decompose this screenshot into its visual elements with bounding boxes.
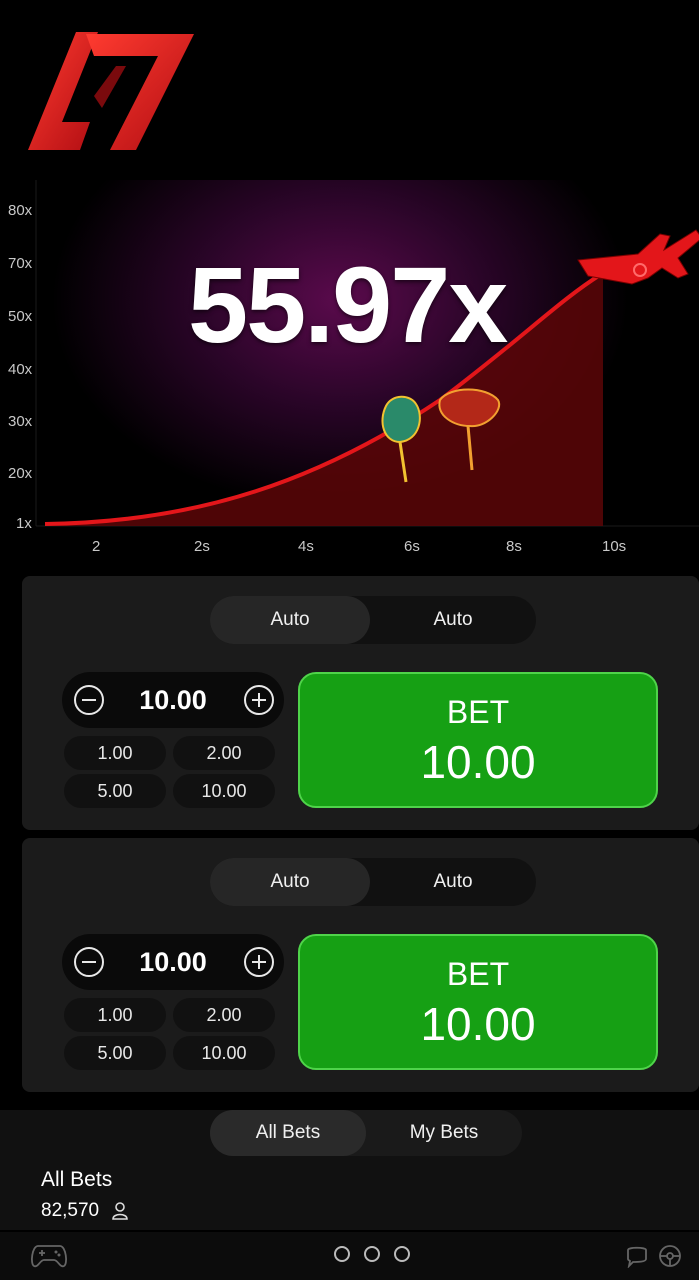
- y-axis-label: 50x: [8, 308, 33, 325]
- x-axis-label: 10s: [602, 538, 627, 555]
- page-dot[interactable]: [334, 1246, 350, 1262]
- gamepad-icon[interactable]: [30, 1244, 68, 1268]
- tab-auto[interactable]: Auto: [210, 596, 370, 644]
- quick-amount-button[interactable]: 5.00: [64, 1036, 166, 1070]
- brand-logo-icon: [28, 32, 194, 150]
- bet-button-amount: 10.00: [420, 736, 536, 788]
- x-axis-label: 4s: [298, 538, 314, 555]
- x-axis-label: 2s: [194, 538, 210, 555]
- decrease-icon[interactable]: [74, 685, 104, 715]
- y-axis-label: 1x: [16, 515, 32, 532]
- bet-panel-1: Auto Auto 10.00 1.00 2.00 5.00 10.00 BET…: [22, 576, 699, 830]
- bet-amount-value[interactable]: 10.00: [112, 934, 234, 990]
- tab-my-bets[interactable]: My Bets: [366, 1110, 522, 1156]
- y-axis-label: 20x: [8, 465, 33, 482]
- airplane-icon: [577, 229, 699, 285]
- page-dot[interactable]: [394, 1246, 410, 1262]
- quick-amount-button[interactable]: 10.00: [173, 1036, 275, 1070]
- bets-section: All Bets My Bets All Bets 82,570: [0, 1110, 699, 1230]
- bet-amount-stepper: 10.00: [62, 672, 284, 728]
- tab-auto[interactable]: Auto: [373, 858, 533, 906]
- increase-icon[interactable]: [244, 947, 274, 977]
- bet-button-amount: 10.00: [420, 998, 536, 1050]
- bet-amount-stepper: 10.00: [62, 934, 284, 990]
- bet-mode-tabs: Auto Auto: [210, 596, 536, 644]
- quick-amount-button[interactable]: 2.00: [173, 998, 275, 1032]
- tab-all-bets[interactable]: All Bets: [210, 1110, 366, 1156]
- bet-button[interactable]: BET 10.00: [298, 934, 658, 1070]
- bet-button[interactable]: BET 10.00: [298, 672, 658, 808]
- x-axis-label: 8s: [506, 538, 522, 555]
- flight-chart: [35, 180, 699, 527]
- quick-amount-button[interactable]: 10.00: [173, 774, 275, 808]
- chat-icon[interactable]: [625, 1244, 649, 1268]
- bets-tabs: All Bets My Bets: [210, 1110, 522, 1156]
- y-axis-label: 70x: [8, 255, 33, 272]
- bet-mode-tabs: Auto Auto: [210, 858, 536, 906]
- x-axis-label: 2: [92, 538, 101, 555]
- y-axis-label: 30x: [8, 413, 33, 430]
- y-axis-label: 80x: [8, 202, 33, 219]
- quick-amount-button[interactable]: 1.00: [64, 998, 166, 1032]
- bottom-bar: [0, 1232, 699, 1280]
- y-axis-label: 40x: [8, 361, 33, 378]
- tab-auto[interactable]: Auto: [373, 596, 533, 644]
- bet-button-label: BET: [446, 694, 510, 730]
- quick-amount-button[interactable]: 5.00: [64, 774, 166, 808]
- steering-wheel-icon[interactable]: [658, 1244, 682, 1268]
- decrease-icon[interactable]: [74, 947, 104, 977]
- tab-auto[interactable]: Auto: [210, 858, 370, 906]
- quick-amount-button[interactable]: 1.00: [64, 736, 166, 770]
- x-axis-label: 6s: [404, 538, 420, 555]
- game-canvas: 80x 70x 50x 40x 30x 20x 1x 2 2s 4s 6s 8s…: [0, 180, 699, 568]
- quick-amount-button[interactable]: 2.00: [173, 736, 275, 770]
- bets-title: All Bets: [41, 1168, 113, 1191]
- bet-panel-2: Auto Auto 10.00 1.00 2.00 5.00 10.00 BET…: [22, 838, 699, 1092]
- bet-amount-value[interactable]: 10.00: [112, 672, 234, 728]
- user-icon: [112, 1202, 128, 1220]
- increase-icon[interactable]: [244, 685, 274, 715]
- bet-button-label: BET: [446, 956, 510, 992]
- current-multiplier: 55.97x: [188, 244, 508, 365]
- bets-count: 82,570: [41, 1200, 100, 1221]
- page-dot[interactable]: [364, 1246, 380, 1262]
